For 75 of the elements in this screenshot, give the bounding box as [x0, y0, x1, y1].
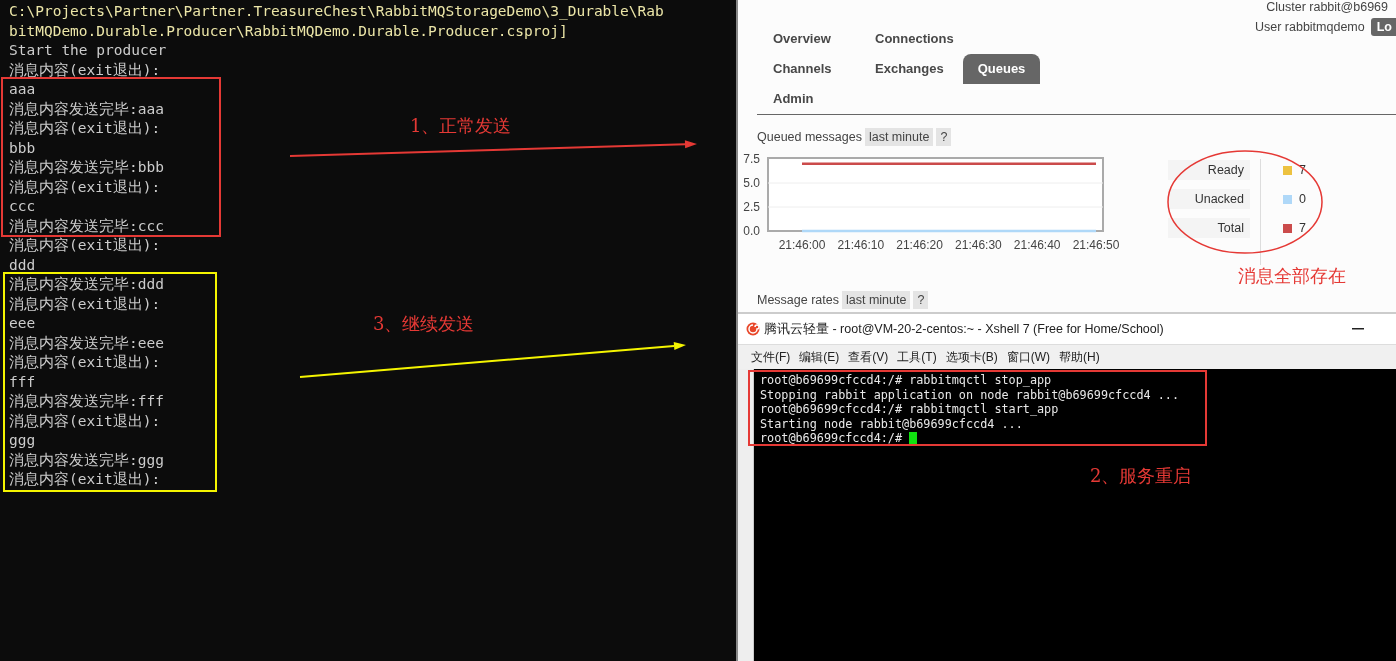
nav-tab[interactable]: Connections: [860, 24, 969, 54]
x-tick-label: 21:46:20: [896, 238, 943, 252]
terminal-line: root@b69699cfccd4:/#: [760, 431, 918, 446]
console-line: eee: [9, 314, 36, 333]
help-button[interactable]: ?: [936, 128, 952, 146]
menu-item[interactable]: 选项卡(B): [945, 348, 998, 366]
nav-tab[interactable]: Channels: [758, 54, 856, 84]
window-title: 腾讯云轻量 - root@VM-20-2-centos:~ - Xshell 7 (Free for Home/School): [764, 320, 1165, 338]
console-line: 消息内容发送完毕:fff: [9, 392, 164, 411]
section-title: Queued messages: [757, 130, 862, 144]
console-line: 消息内容发送完毕:bbb: [9, 158, 164, 177]
console-line: Start the producer: [9, 41, 167, 60]
terminal-line: Starting node rabbit@b69699cfccd4 ...: [760, 416, 1023, 431]
y-tick-label: 5.0: [743, 176, 760, 190]
y-tick-label: 7.5: [743, 152, 760, 166]
menu-item[interactable]: 帮助(H): [1059, 348, 1100, 366]
section-title: Message rates: [757, 293, 839, 307]
console-line: 消息内容(exit退出):: [9, 470, 161, 489]
console-line: 消息内容发送完毕:eee: [9, 333, 164, 353]
console-line: 消息内容(exit退出):: [9, 236, 161, 255]
console-line: 消息内容发送完毕:ccc: [9, 216, 164, 236]
range-button[interactable]: last minute: [842, 291, 911, 309]
terminal-line: root@b69699cfccd4:/# rabbitmqctl start_app: [760, 402, 1059, 417]
user-label: User rabbitmqdemo: [1254, 20, 1365, 34]
logout-button[interactable]: Lo: [1370, 18, 1396, 36]
nav-tab[interactable]: Admin: [758, 84, 829, 114]
console-line: fff: [9, 372, 36, 392]
x-tick-label: 21:46:00: [778, 238, 826, 252]
terminal-cursor: [909, 431, 918, 445]
console-line: 消息内容(exit退出):: [9, 353, 161, 372]
console-path-line: C:\Projects\Partner\Partner.TreasureChest\RabbitMQStorageDemo\3_Durable\Rab: [9, 2, 664, 22]
legend-label: Unacked: [1168, 189, 1250, 209]
menu-item[interactable]: 窗口(W): [1006, 348, 1050, 366]
console-path-line: bitMQDemo.Durable.Producer\RabbitMQDemo.Durable.Producer.csproj]: [9, 21, 568, 41]
terminal-line: root@b69699cfccd4:/# rabbitmqctl stop_app: [760, 373, 1052, 388]
cluster-label: Cluster rabbit@b6969: [1266, 0, 1388, 14]
console-line: 消息内容(exit退出):: [9, 119, 161, 138]
y-tick-label: 2.5: [743, 200, 760, 214]
x-tick-label: 21:46:10: [837, 238, 885, 252]
console-line: 消息内容(exit退出):: [9, 60, 161, 80]
menu-item[interactable]: 编辑(E): [799, 348, 840, 366]
console-line: 消息内容发送完毕:ddd: [9, 275, 164, 294]
legend-label: Ready: [1168, 160, 1250, 180]
terminal-line: Stopping rabbit application on node rabbit@b69699cfccd4 ...: [760, 387, 1180, 402]
legend-value: 0: [1299, 192, 1306, 206]
menu-item[interactable]: 查看(V): [848, 348, 889, 366]
console-line: 消息内容(exit退出):: [9, 411, 161, 431]
range-button[interactable]: last minute: [864, 128, 934, 146]
legend-value: 7: [1299, 221, 1306, 235]
minimize-icon[interactable]: [1352, 328, 1364, 330]
x-tick-label: 21:46:40: [1013, 238, 1061, 252]
annotation-label: 1、正常发送: [410, 114, 512, 138]
swirl-logo-icon: [746, 322, 760, 336]
y-tick-label: 0.0: [743, 224, 760, 238]
annotation-label: 消息全部存在: [1238, 264, 1346, 288]
annotation-label: 3、继续发送: [373, 312, 475, 336]
help-button[interactable]: ?: [913, 291, 929, 309]
console-line: bbb: [9, 138, 36, 158]
x-tick-label: 21:46:50: [1072, 238, 1120, 252]
console-line: 消息内容(exit退出):: [9, 177, 161, 197]
console-line: aaa: [9, 80, 36, 99]
console-line: ccc: [9, 197, 36, 216]
menu-item[interactable]: 工具(T): [897, 348, 937, 366]
console-line: ddd: [9, 255, 36, 275]
nav-tab[interactable]: Exchanges: [860, 54, 959, 84]
console-line: 消息内容发送完毕:aaa: [9, 99, 164, 119]
nav-tab[interactable]: Queues: [962, 54, 1041, 84]
x-tick-label: 21:46:30: [955, 238, 1002, 252]
console-line: 消息内容发送完毕:ggg: [9, 450, 164, 470]
annotation-label: 2、服务重启: [1090, 464, 1192, 488]
nav-tab[interactable]: Overview: [758, 24, 856, 54]
menu-item[interactable]: 文件(F): [751, 348, 791, 366]
console-line: ggg: [9, 431, 36, 450]
console-line: 消息内容(exit退出):: [9, 294, 161, 314]
legend-label: Total: [1168, 218, 1250, 238]
